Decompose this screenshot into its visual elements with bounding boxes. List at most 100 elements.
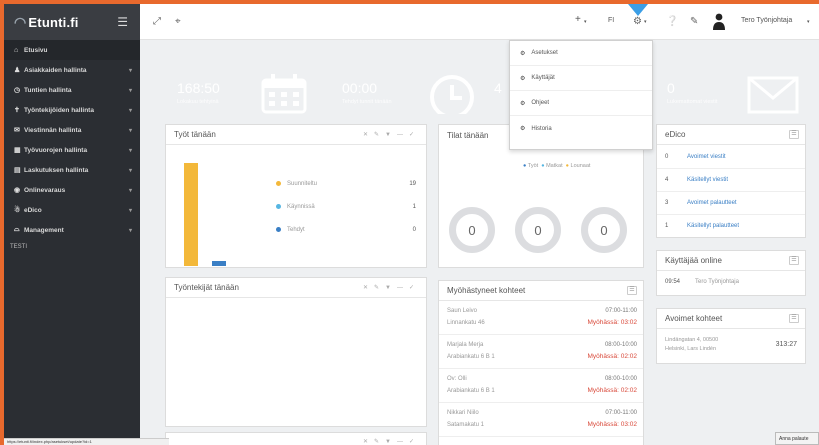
tile-value: 0: [667, 80, 675, 96]
panel-open-sites: Avoimet kohteet ☰ Lindängatan 4, 00500 H…: [656, 308, 806, 364]
site-hours: 313:27: [775, 341, 797, 348]
clock-icon: ◷: [14, 87, 21, 94]
status-bar-url: https://etunti.fi/index.php/asetukset/up…: [4, 438, 169, 445]
sidebar-item-asiakkaiden-hallinta[interactable]: ♟ Asiakkaiden hallinta ▾: [4, 60, 140, 80]
panel-edico: eDico ☰ 0 Avoimet viestit 4 Käsitellyt vie…: [656, 124, 806, 238]
settings-dropdown: ⚙ Asetukset ⚙ Käyttäjät ⚙ Ohjeet ⚙ Historia: [509, 40, 653, 150]
tile-value: 168:50: [177, 80, 220, 96]
panel-title: Käyttäjää online ☰: [657, 251, 805, 271]
menu-item-ohjeet[interactable]: ⚙ Ohjeet: [510, 91, 652, 116]
invoice-icon: ▤: [14, 167, 21, 174]
chevron-down-icon: ▾: [128, 127, 132, 134]
ring-lunches: 0: [581, 207, 627, 253]
menu-item-kayttajat[interactable]: ⚙ Käyttäjät: [510, 66, 652, 91]
chart-icon: ⌓: [14, 226, 20, 233]
list-item[interactable]: 4 Käsitellyt viestit: [657, 169, 805, 192]
site-client: Helsinki, Lars Lindén: [665, 346, 717, 352]
sidebar-item-tyovuorojen-hallinta[interactable]: ▦ Työvuorojen hallinta ▾: [4, 140, 140, 160]
sidebar-item-edico[interactable]: ☃ eDico ▾: [4, 200, 140, 220]
top-bar: ◠ Etunti.fi ☰ ⤢ ⌖ + ▾ FI ⚙ ▾ ❔ ✎ Tero Työ…: [4, 4, 819, 40]
chevron-down-icon: ▾: [128, 227, 132, 234]
bar-done: [212, 261, 226, 266]
legend-ongoing: Käynnissä 1: [276, 204, 416, 210]
dot-icon: [276, 204, 281, 209]
sidebar-footer: TESTI: [10, 244, 28, 250]
pencil-icon[interactable]: ✎: [690, 16, 698, 27]
chevron-down-icon: ▾: [128, 107, 132, 114]
chevron-down-icon: ▾: [128, 87, 132, 94]
envelope-icon: [747, 76, 799, 114]
menu-icon[interactable]: ☰: [627, 286, 637, 295]
panel-tools[interactable]: ✕✎▼—✓: [363, 438, 420, 445]
list-item[interactable]: 3 Avoimet palautteet: [657, 192, 805, 215]
chevron-down-icon: ▾: [128, 167, 132, 174]
online-user: Tero Työnjohtaja: [695, 279, 739, 285]
sidebar-item-onlinevaraus[interactable]: ◉ Onlinevaraus ▾: [4, 180, 140, 200]
envelope-icon: ✉: [14, 127, 20, 134]
tile-month-hours[interactable]: 168:50 Lokakuu tehtyinä: [165, 68, 315, 114]
menu-item-asetukset[interactable]: ⚙ Asetukset: [510, 41, 652, 66]
brand: ◠ Etunti.fi ☰: [4, 4, 140, 40]
panel-jobs-today: Työt tänään ✕✎▼—✓ Suunniteltu 19 Käynniss…: [165, 124, 427, 268]
fullscreen-icon[interactable]: ⌖: [175, 16, 181, 27]
feedback-button[interactable]: Anna palaute: [775, 432, 819, 445]
menu-icon[interactable]: ☰: [789, 256, 799, 265]
globe-icon: ◉: [14, 187, 21, 194]
table-row[interactable]: Nikkari Niilo Satamakatu 1 07:00-11:00 Myö…: [439, 404, 643, 437]
settings-gear-icon[interactable]: ⚙: [633, 16, 642, 27]
jobs-bar-chart: [184, 163, 226, 266]
table-row[interactable]: Marjala Merja Arabiankatu 6 B 1 08:00-10:…: [439, 336, 643, 369]
gear-icon: ⚙: [520, 126, 526, 132]
panel-employees-today: Työntekijät tänään ✕✎▼—✓: [165, 277, 427, 427]
menu-icon[interactable]: ☰: [789, 314, 799, 323]
menu-item-historia[interactable]: ⚙ Historia: [510, 116, 652, 141]
panel-title: Avoimet kohteet ☰: [657, 309, 805, 329]
calendar-icon: ▦: [14, 147, 21, 154]
hamburger-icon[interactable]: ☰: [117, 15, 128, 29]
list-item[interactable]: 1 Käsitellyt palautteet: [657, 215, 805, 238]
person-icon: ✝: [14, 107, 20, 114]
ring-trips: 0: [515, 207, 561, 253]
sidebar-item-management[interactable]: ⌓ Management ▾: [4, 220, 140, 240]
chevron-down-icon: ▾: [128, 187, 132, 194]
chevron-down-icon: ▾: [644, 19, 647, 25]
sidebar-item-viestinnan-hallinta[interactable]: ✉ Viestinnän hallinta ▾: [4, 120, 140, 140]
tile-today-hours[interactable]: 00:00 Tehdyt tunnit tänään: [330, 68, 480, 114]
table-row[interactable]: Saun Leivo Linnankatu 46 07:00-11:00 Myöhä…: [439, 302, 643, 335]
calendar-icon: [261, 74, 307, 114]
panel-collapsed: ✕✎▼—✓: [165, 432, 427, 445]
chevron-down-icon: ▾: [128, 207, 132, 214]
tile-label: Lokakuu tehtyinä: [177, 99, 219, 105]
user-name[interactable]: Tero Työnjohtaja: [741, 17, 792, 24]
sidebar-item-etusivu[interactable]: ⌂ Etusivu: [4, 40, 140, 60]
add-button[interactable]: +: [575, 14, 581, 25]
tile-value: 4: [494, 80, 502, 96]
chevron-down-icon: ▾: [128, 147, 132, 154]
group-icon: ☃: [14, 207, 21, 214]
panel-tools[interactable]: ✕✎▼—✓: [363, 284, 420, 291]
language-button[interactable]: FI: [608, 17, 614, 24]
clock-icon: [430, 75, 474, 114]
logo[interactable]: ◠ Etunti.fi: [14, 14, 79, 31]
tile-unread-messages[interactable]: 0 Lukemattomat viestit: [655, 68, 805, 114]
chevron-down-icon: ▾: [807, 19, 810, 25]
app-window: ◠ Etunti.fi ☰ ⤢ ⌖ + ▾ FI ⚙ ▾ ❔ ✎ Tero Työ…: [4, 4, 819, 445]
chevron-down-icon[interactable]: ▾: [584, 19, 587, 25]
sidebar-item-tyontekijoiden-hallinta[interactable]: ✝ Työntekijöiden hallinta ▾: [4, 100, 140, 120]
avatar-icon[interactable]: [712, 12, 726, 30]
list-item[interactable]: 0 Avoimet viestit: [657, 146, 805, 169]
gear-icon: ⚙: [520, 50, 526, 57]
legend-planned: Suunniteltu 19: [276, 181, 416, 187]
dot-icon: [276, 181, 281, 186]
help-icon[interactable]: ❔: [666, 16, 678, 27]
shrink-icon[interactable]: ⤢: [153, 16, 161, 27]
sidebar-item-tuntien-hallinta[interactable]: ◷ Tuntien hallinta ▾: [4, 80, 140, 100]
legend-done: Tehdyt 0: [276, 227, 416, 233]
gear-icon: ⚙: [520, 75, 526, 82]
panel-late-sites: Myöhästyneet kohteet ☰ Saun Leivo Linnank…: [438, 280, 644, 445]
sidebar-item-laskutuksen-hallinta[interactable]: ▤ Laskutuksen hallinta ▾: [4, 160, 140, 180]
table-row[interactable]: Ov: Olli Arabiankatu 6 B 1 08:00-10:00 Myö…: [439, 370, 643, 403]
menu-icon[interactable]: ☰: [789, 130, 799, 139]
panel-title: Työt tänään ✕✎▼—✓: [166, 125, 426, 145]
panel-tools[interactable]: ✕✎▼—✓: [363, 131, 420, 138]
